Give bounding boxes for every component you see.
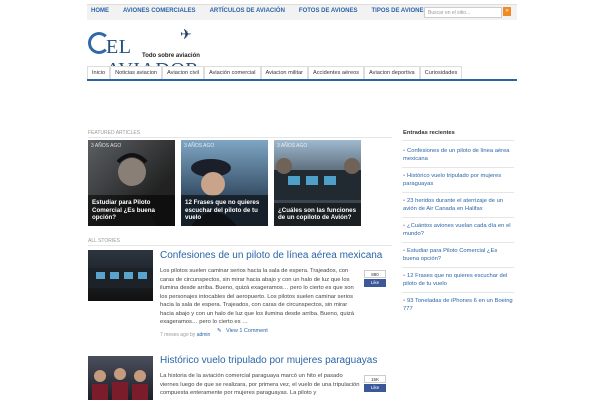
top-navigation: HOME AVIONES COMERCIALES ARTÍCULOS DE AV… xyxy=(0,0,600,24)
nav-item-aviacion-militar[interactable]: Aviacion militar xyxy=(260,66,309,79)
bullet-icon: • xyxy=(403,198,406,204)
top-link-articulos[interactable]: ARTÍCULOS DE AVIACIÓN xyxy=(210,8,285,14)
featured-title[interactable]: ¿Cuáles son las funciones de un copiloto… xyxy=(274,202,361,226)
top-link-fotos[interactable]: FOTOS DE AVIONES xyxy=(299,8,358,14)
featured-age: 3 AÑOS AGO xyxy=(277,143,308,149)
featured-title[interactable]: 12 Frases que no quieres escuchar del pi… xyxy=(181,194,268,226)
bullet-icon: • xyxy=(403,273,406,279)
sidebar-recent-post-title[interactable]: Histórico vuelo tripulado por mujeres pa… xyxy=(403,173,501,187)
crew-thumbnail-photo xyxy=(92,368,148,400)
story-excerpt: Los pilotos suelen caminar serios hacia … xyxy=(160,268,355,326)
story-author[interactable]: admin xyxy=(197,332,211,338)
story-date: 7 meses ago by xyxy=(160,332,196,338)
featured-divider xyxy=(88,137,392,138)
story-meta: 7 meses ago by admin xyxy=(160,332,210,338)
facebook-like-button[interactable]: Like xyxy=(364,279,386,287)
nav-item-noticias[interactable]: Noticias aviacion xyxy=(110,66,163,79)
featured-card[interactable]: 3 AÑOS AGO Estudiar para Piloto Comercia… xyxy=(88,140,175,226)
bullet-icon: • xyxy=(403,148,406,154)
sidebar-recent-post[interactable]: • 23 heridos durante el aterrizaje de un … xyxy=(403,197,513,214)
sidebar-recent-post-title[interactable]: Confesiones de un piloto de línea aérea … xyxy=(403,148,510,162)
sidebar-recent-post-title[interactable]: 12 Frases que no quieres escuchar del pi… xyxy=(403,273,507,287)
sidebar-recent-post[interactable]: • 12 Frases que no quieres escuchar del p… xyxy=(403,272,513,289)
comment-icon[interactable]: ✎ xyxy=(217,328,222,334)
story-excerpt: La historia de la aviación comercial par… xyxy=(160,373,360,397)
featured-label: FEATURED ARTICLES xyxy=(88,130,141,136)
facebook-share: 15K Like xyxy=(364,375,386,393)
top-link-home[interactable]: HOME xyxy=(91,8,109,14)
top-links: HOME AVIONES COMERCIALES ARTÍCULOS DE AV… xyxy=(91,8,428,14)
bullet-icon: • xyxy=(403,298,406,304)
sidebar-divider xyxy=(402,217,514,218)
facebook-like-button[interactable]: Like xyxy=(364,384,386,392)
top-link-aviones-comerciales[interactable]: AVIONES COMERCIALES xyxy=(123,8,196,14)
sidebar-divider xyxy=(402,167,514,168)
sidebar-recent-post-title[interactable]: 23 heridos durante el aterrizaje de un a… xyxy=(403,198,503,212)
sidebar-divider xyxy=(402,242,514,243)
featured-age: 3 AÑOS AGO xyxy=(91,143,122,149)
nav-item-aviacion-deportiva[interactable]: Aviacion deportiva xyxy=(364,66,420,79)
share-count: 15K xyxy=(364,375,386,383)
featured-card[interactable]: 3 AÑOS AGO 12 Frases que no quieres escu… xyxy=(181,140,268,226)
nav-item-accidentes[interactable]: Accidentes aéreos xyxy=(308,66,365,79)
sidebar-recent-post-title[interactable]: Estudiar para Piloto Comercial ¿Es buena… xyxy=(403,248,497,262)
sidebar-recent-post-title[interactable]: ¿Cuántos aviones vuelan cada día en el m… xyxy=(403,223,510,237)
sidebar-recent-post[interactable]: • Confesiones de un piloto de línea aérea… xyxy=(403,147,513,164)
bullet-icon: • xyxy=(403,173,406,179)
story-thumbnail[interactable] xyxy=(88,356,153,400)
nav-item-inicio[interactable]: Inicio xyxy=(87,66,111,79)
facebook-share: 880 Like xyxy=(364,270,386,288)
sidebar-divider xyxy=(402,267,514,268)
sidebar-recent-post[interactable]: • ¿Cuántos aviones vuelan cada día en el … xyxy=(403,222,513,239)
search-button[interactable]: » xyxy=(503,7,511,16)
story-thumbnail[interactable] xyxy=(88,250,153,301)
all-stories-label: ALL STORIES xyxy=(88,238,120,244)
featured-title[interactable]: Estudiar para Piloto Comercial ¿Es buena… xyxy=(88,194,175,226)
story-title[interactable]: Histórico vuelo tripulado por mujeres pa… xyxy=(160,355,377,366)
sidebar-recent-post[interactable]: • Histórico vuelo tripulado por mujeres p… xyxy=(403,172,513,189)
bullet-icon: • xyxy=(403,223,406,229)
nav-item-curiosidades[interactable]: Curiosidades xyxy=(419,66,463,79)
nav-item-aviacion-civil[interactable]: Aviacion civil xyxy=(162,66,204,79)
top-link-tipos[interactable]: TIPOS DE AVIONES xyxy=(371,8,427,14)
logo-tagline: Todo sobre aviación xyxy=(142,53,200,59)
cockpit-thumbnail-photo xyxy=(88,268,153,288)
nav-item-aviacion-comercial[interactable]: Aviación comercial xyxy=(203,66,261,79)
site-logo[interactable]: ✈ EL AVIADOR Todo sobre aviación xyxy=(88,26,218,81)
featured-card[interactable]: 3 AÑOS AGO ¿Cuáles son las funciones de … xyxy=(274,140,361,226)
comments-link[interactable]: View 1 Comment xyxy=(226,328,268,334)
sidebar-recent-post-title[interactable]: 93 Toneladas de iPhones 6 en un Boeing 7… xyxy=(403,298,513,312)
story-title[interactable]: Confesiones de un piloto de línea aérea … xyxy=(160,250,382,261)
sidebar-divider xyxy=(402,140,514,141)
sidebar-recent-post[interactable]: • 93 Toneladas de iPhones 6 en un Boeing … xyxy=(403,297,513,314)
search-input[interactable]: Buscar en el sitio... xyxy=(424,7,502,18)
stories-divider xyxy=(88,245,392,246)
main-navigation: Inicio Noticias aviacion Aviacion civil … xyxy=(87,66,517,81)
sidebar-divider xyxy=(402,192,514,193)
share-count: 880 xyxy=(364,270,386,278)
sidebar-title: Entradas recientes xyxy=(403,130,455,136)
bullet-icon: • xyxy=(403,248,406,254)
sidebar-recent-post[interactable]: • Estudiar para Piloto Comercial ¿Es buen… xyxy=(403,247,513,264)
featured-age: 3 AÑOS AGO xyxy=(184,143,215,149)
sidebar-divider xyxy=(402,292,514,293)
